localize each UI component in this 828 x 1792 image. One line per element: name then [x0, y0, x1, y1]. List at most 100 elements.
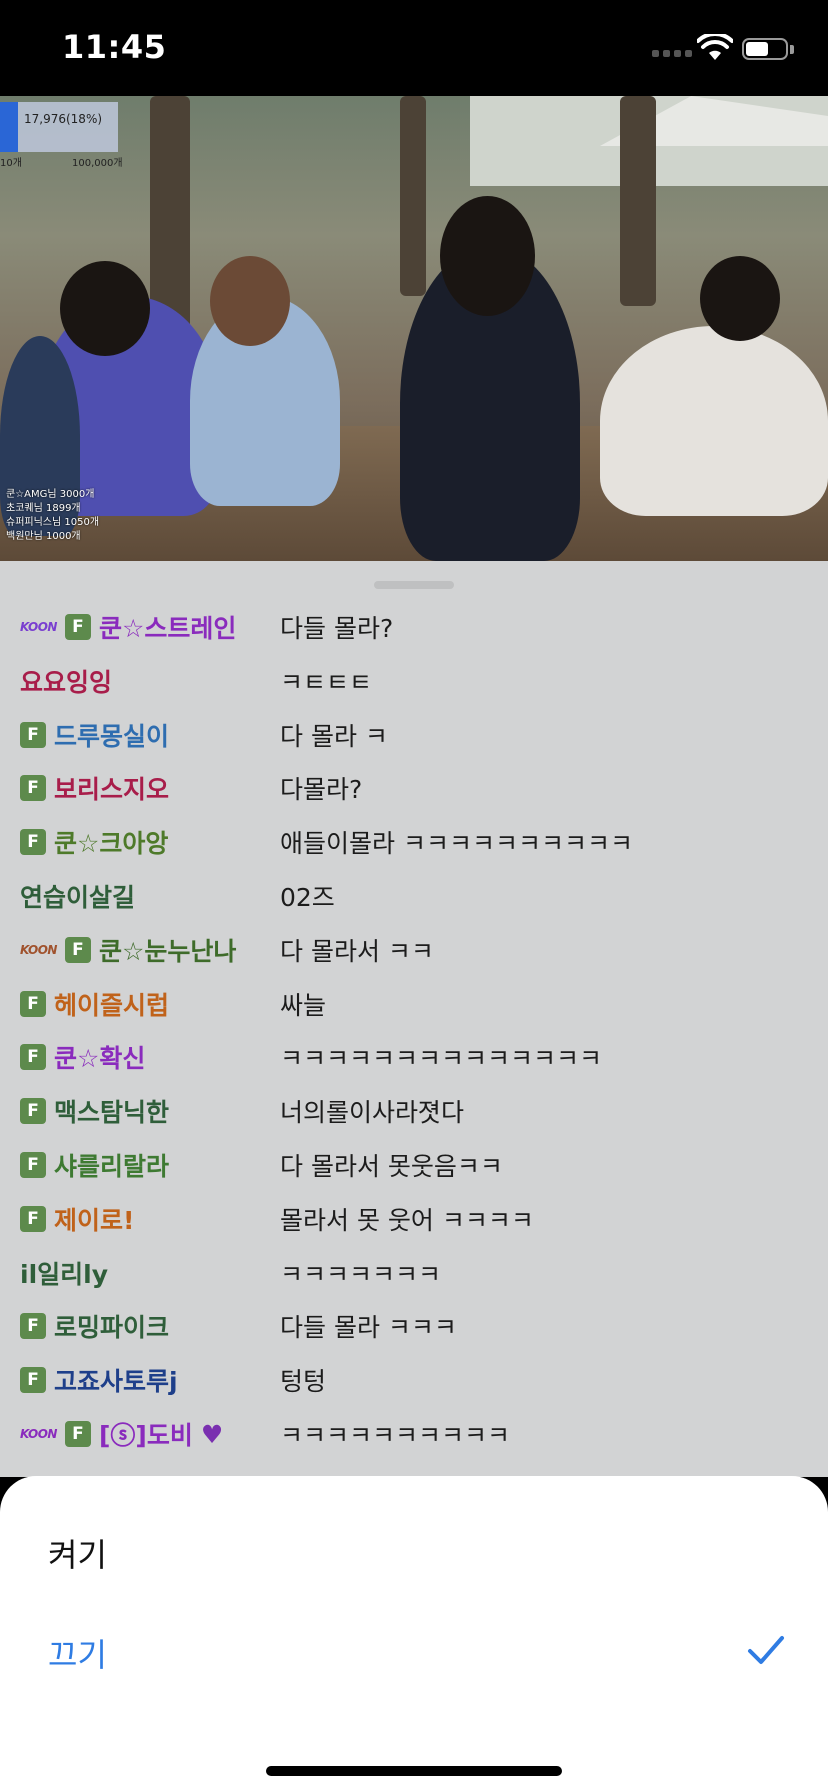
fan-badge-icon: F [20, 1044, 46, 1071]
chat-username: 요요잉잉 [20, 667, 113, 697]
donor-line: 슈퍼피닉스님 1050개 [6, 517, 100, 528]
cellular-signal-icon [652, 50, 692, 57]
chat-text: ㅋㅌㅌㅌ [280, 667, 373, 697]
goal-min-label: 10개 [0, 158, 22, 169]
koon-badge-icon: KOON [20, 620, 57, 634]
fan-badge-icon: F [20, 1313, 46, 1340]
chat-message: F 제이로! 몰라서 못 웃어 ㅋㅋㅋㅋ [0, 1199, 828, 1239]
option-off[interactable]: 끄기 [48, 1630, 107, 1676]
video-person [600, 326, 828, 516]
chat-user[interactable]: F 제이로! [20, 1199, 134, 1239]
fan-badge-icon: F [64, 1421, 91, 1447]
donor-line: 쿤☆AMG님 3000개 [6, 489, 95, 500]
chat-message: KOON F 쿤☆눈누난나 다 몰라서 ㅋㅋ [0, 930, 828, 970]
chat-message: F 쿤☆확신 ㅋㅋㅋㅋㅋㅋㅋㅋㅋㅋㅋㅋㅋㅋ [0, 1037, 828, 1077]
fan-badge-icon: F [20, 1205, 46, 1232]
fan-badge-icon: F [20, 1098, 46, 1125]
chat-text: 너의롤이사라졋다 [280, 1098, 465, 1128]
chat-user[interactable]: 요요잉잉 [20, 661, 112, 701]
fan-badge-icon: F [20, 990, 46, 1017]
option-on[interactable]: 켜기 [48, 1530, 107, 1576]
video-tree [400, 96, 426, 296]
chat-username: 쿤☆스트레인 [98, 614, 237, 643]
chat-username: 쿤☆크아앙 [54, 829, 169, 859]
chat-user[interactable]: F 드루몽실이 [20, 715, 169, 755]
chat-username: il일리ly [20, 1259, 109, 1289]
chat-panel[interactable]: KOON F 쿤☆스트레인 다들 몰라? 요요잉잉 ㅋㅌㅌㅌ F 드루몽실이 다 몰라 ㅋ F 보리… [0, 561, 828, 1477]
chat-text: 다들 몰라 ㅋㅋㅋ [280, 1313, 457, 1343]
chat-message: F 드루몽실이 다 몰라 ㅋ [0, 715, 828, 755]
chat-message: F 로밍파이크 다들 몰라 ㅋㅋㅋ [0, 1306, 828, 1346]
fan-badge-icon: F [20, 1152, 46, 1178]
video-person-hair [700, 256, 780, 341]
chat-text: 다몰라? [280, 775, 363, 805]
chat-user[interactable]: KOON F 쿤☆눈누난나 [20, 930, 236, 970]
battery-icon [742, 38, 788, 60]
donor-line: 초코퀘님 1899개 [6, 503, 81, 514]
chat-message: F 헤이즐시럽 싸늘 [0, 984, 828, 1024]
video-tree [620, 96, 656, 306]
fan-badge-icon: F [64, 936, 91, 963]
fan-badge-icon: F [64, 614, 91, 640]
fan-badge-icon: F [20, 829, 46, 856]
chat-user[interactable]: F 쿤☆확신 [20, 1037, 145, 1077]
video-person-hair [210, 256, 290, 346]
chat-user[interactable]: il일리ly [20, 1253, 108, 1293]
chat-text: ㅋㅋㅋㅋㅋㅋㅋ [280, 1259, 442, 1289]
chat-message: F 샤를리랄라 다 몰라서 못웃음ㅋㅋ [0, 1145, 828, 1185]
chat-text: 다들 몰라? [280, 614, 394, 643]
status-time: 11:45 [62, 28, 167, 66]
checkmark-icon [748, 1636, 784, 1664]
chat-message: 요요잉잉 ㅋㅌㅌㅌ [0, 661, 828, 701]
chat-username: 헤이즐시럽 [54, 990, 170, 1020]
chat-user[interactable]: F 맥스탐닉한 [20, 1091, 169, 1131]
chat-text: 다 몰라서 ㅋㅋ [280, 936, 434, 966]
donor-list-overlay: 쿤☆AMG님 3000개 초코퀘님 1899개 슈퍼피닉스님 1050개 백원만… [6, 488, 99, 544]
chat-text: 텅텅 [280, 1367, 327, 1397]
chat-text: 다 몰라 ㅋ [280, 721, 388, 751]
chat-user[interactable]: 연습이살길 [20, 876, 135, 916]
chat-user[interactable]: KOON F 쿤☆스트레인 [20, 607, 236, 647]
screen: 11:45 17,976(18%) 10개 100,000개 쿤☆AMG님 30… [0, 0, 828, 1792]
chat-text: 02즈 [280, 883, 335, 912]
wifi-icon [697, 34, 733, 60]
chat-username: 맥스탐닉한 [54, 1098, 170, 1128]
chat-text: 싸늘 [280, 990, 327, 1020]
chat-user[interactable]: F 보리스지오 [20, 768, 169, 808]
koon-badge-icon: KOON [20, 942, 57, 957]
chat-username: 쿤☆확신 [54, 1044, 146, 1074]
chat-message: 연습이살길 02즈 [0, 876, 828, 916]
chat-message: KOON F 쿤☆스트레인 다들 몰라? [0, 607, 828, 647]
chat-user[interactable]: KOON F [ⓢ]도비 ♥ [20, 1414, 223, 1454]
chat-username: [ⓢ]도비 [98, 1421, 193, 1450]
fan-badge-icon: F [20, 775, 46, 802]
chat-text: 다 몰라서 못웃음ㅋㅋ [280, 1152, 503, 1181]
chat-username: 제이로! [54, 1205, 135, 1235]
viewer-goal-widget: 17,976(18%) [0, 102, 118, 152]
chat-username: 고죠사토루j [54, 1367, 178, 1397]
chat-user[interactable]: F 고죠사토루j [20, 1360, 178, 1400]
home-indicator[interactable] [266, 1766, 562, 1776]
chat-message: il일리ly ㅋㅋㅋㅋㅋㅋㅋ [0, 1253, 828, 1293]
chat-user[interactable]: F 쿤☆크아앙 [20, 822, 168, 862]
chat-username: 연습이살길 [20, 883, 136, 912]
bottom-sheet: 켜기 끄기 [0, 1476, 828, 1792]
chat-text: ㅋㅋㅋㅋㅋㅋㅋㅋㅋㅋ [280, 1421, 511, 1450]
goal-progress-bar [0, 102, 18, 152]
video-person-hair [440, 196, 535, 316]
chat-user[interactable]: F 로밍파이크 [20, 1306, 169, 1346]
donor-line: 백원만님 1000개 [6, 531, 81, 542]
video-player[interactable]: 17,976(18%) 10개 100,000개 쿤☆AMG님 3000개 초코… [0, 96, 828, 561]
chat-text: 몰라서 못 웃어 ㅋㅋㅋㅋ [280, 1205, 534, 1235]
chat-username: 드루몽실이 [54, 721, 170, 751]
goal-max-label: 100,000개 [72, 158, 123, 169]
chat-text: 애들이몰라 ㅋㅋㅋㅋㅋㅋㅋㅋㅋㅋ [280, 829, 633, 859]
chat-message: F 맥스탐닉한 너의롤이사라졋다 [0, 1091, 828, 1131]
chat-message: KOON F [ⓢ]도비 ♥ ㅋㅋㅋㅋㅋㅋㅋㅋㅋㅋ [0, 1414, 828, 1454]
chat-username: 로밍파이크 [54, 1313, 170, 1343]
chat-user[interactable]: F 헤이즐시럽 [20, 984, 169, 1024]
chat-drag-handle[interactable] [374, 581, 454, 589]
chat-user[interactable]: F 샤를리랄라 [20, 1145, 169, 1185]
chat-username: 보리스지오 [54, 775, 170, 805]
battery-cap [790, 45, 794, 54]
